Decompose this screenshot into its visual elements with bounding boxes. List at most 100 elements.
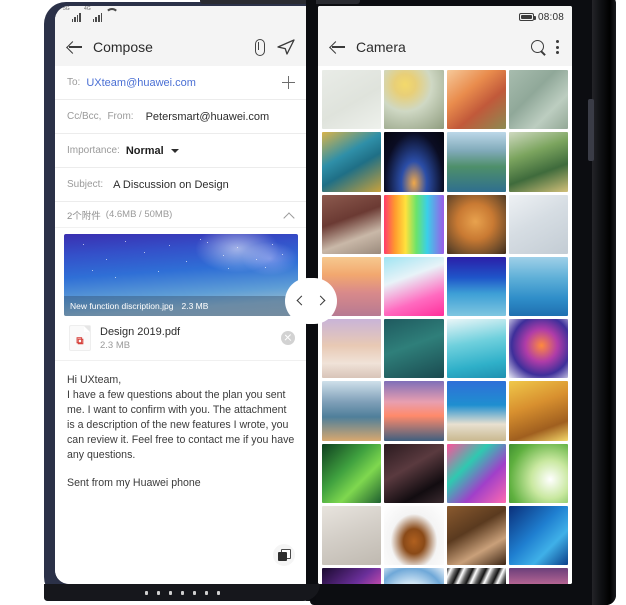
photo-grid[interactable] [318, 66, 572, 584]
field-subject-label: Subject: [67, 179, 104, 190]
purple-wave-abstract-image [322, 568, 382, 584]
field-importance[interactable]: Importance: Normal [55, 134, 307, 168]
earth-from-space-image [384, 132, 444, 192]
chevron-right-icon[interactable] [315, 295, 326, 306]
attachment-pdf-size: 2.3 MB [100, 339, 131, 351]
field-to-label: To: [67, 77, 81, 88]
photo-thumbnail[interactable] [322, 319, 382, 379]
add-recipient-icon[interactable] [282, 76, 295, 89]
photo-thumbnail[interactable] [384, 70, 444, 130]
boat-on-blue-sea-image [508, 256, 568, 316]
iceberg-turquoise-image [446, 319, 506, 379]
field-from-value[interactable]: Petersmart@huawei.com [146, 111, 270, 123]
status-bar-left: 5G 4G [55, 6, 307, 28]
search-icon[interactable] [531, 39, 546, 55]
snow-mountain-mirror-image [322, 381, 382, 441]
lemon-drink-glass-image [384, 70, 444, 130]
back-arrow-icon[interactable] [330, 39, 346, 55]
photo-thumbnail[interactable] [446, 194, 506, 254]
photo-thumbnail[interactable] [446, 319, 506, 379]
photo-thumbnail[interactable] [508, 381, 568, 441]
photo-thumbnail[interactable] [322, 505, 382, 565]
photo-thumbnail[interactable] [508, 70, 568, 130]
field-to[interactable]: To: UXteam@huawei.com [55, 66, 307, 100]
attachment-pdf-row[interactable]: ⧉ Design 2019.pdf 2.3 MB [55, 316, 307, 361]
status-bar-right: 08:08 [318, 6, 572, 28]
field-from[interactable]: Cc/Bcc, From: Petersmart@huawei.com [55, 100, 307, 134]
photo-thumbnail[interactable] [508, 194, 568, 254]
paperclip-icon[interactable] [251, 38, 267, 56]
pink-sunset-pier-image [508, 568, 568, 584]
field-subject[interactable]: Subject: A Discussion on Design [55, 168, 307, 202]
photo-thumbnail[interactable] [384, 568, 444, 584]
attachment-image-size: 2.3 MB [181, 301, 209, 311]
colorful-macarons-image [384, 194, 444, 254]
power-button[interactable] [588, 99, 594, 161]
photo-thumbnail[interactable] [384, 443, 444, 503]
photo-thumbnail[interactable] [446, 381, 506, 441]
photo-thumbnail[interactable] [508, 319, 568, 379]
field-to-value[interactable]: UXteam@huawei.com [86, 77, 196, 89]
blue-spiral-light-image [384, 568, 444, 584]
handle-left-half[interactable] [285, 278, 311, 324]
photo-thumbnail[interactable] [384, 505, 444, 565]
ink-splash-purple-image [508, 319, 568, 379]
sim2-label: 4G [84, 6, 91, 12]
photo-thumbnail[interactable] [446, 443, 506, 503]
attachment-size-total: (4.6MB / 50MB) [105, 209, 173, 220]
red-barn-house-image [322, 194, 382, 254]
photo-thumbnail[interactable] [446, 132, 506, 192]
chevron-left-icon[interactable] [296, 295, 307, 306]
split-resize-handle[interactable] [283, 277, 339, 325]
photo-thumbnail[interactable] [384, 381, 444, 441]
photo-thumbnail[interactable] [322, 132, 382, 192]
photo-thumbnail[interactable] [508, 505, 568, 565]
attachment-image-preview[interactable]: New function discription.jpg 2.3 MB [64, 234, 298, 316]
photo-thumbnail[interactable] [508, 132, 568, 192]
more-vertical-icon[interactable] [556, 39, 560, 55]
photo-thumbnail[interactable] [322, 443, 382, 503]
photo-thumbnail[interactable] [384, 256, 444, 316]
photo-thumbnail[interactable] [322, 70, 382, 130]
snow-frost-branches-image [508, 194, 568, 254]
email-signature: Sent from my Huawei phone [67, 477, 201, 490]
send-icon[interactable] [277, 39, 295, 55]
photo-thumbnail[interactable] [322, 568, 382, 584]
field-subject-value[interactable]: A Discussion on Design [113, 179, 229, 191]
multi-window-icon[interactable] [273, 544, 295, 566]
field-ccbcc-label[interactable]: Cc/Bcc, [67, 111, 101, 122]
photo-thumbnail[interactable] [508, 443, 568, 503]
photo-thumbnail[interactable] [322, 381, 382, 441]
attachments-header[interactable]: 2个附件 (4.6MB / 50MB) [55, 202, 307, 228]
photo-thumbnail[interactable] [384, 194, 444, 254]
back-arrow-icon[interactable] [67, 39, 83, 55]
handle-right-half[interactable] [311, 278, 337, 324]
photo-thumbnail[interactable] [446, 70, 506, 130]
fold-hinge-indicator [44, 584, 320, 601]
photo-thumbnail[interactable] [322, 194, 382, 254]
sunset-snow-field-image [322, 319, 382, 379]
chevron-up-icon[interactable] [283, 211, 295, 219]
multi-window-glyph [277, 549, 291, 561]
field-from-label: From: [107, 111, 134, 122]
attachment-image-caption: New function discription.jpg 2.3 MB [64, 296, 298, 316]
email-body-text[interactable]: Hi UXteam, I have a few questions about … [55, 361, 307, 463]
water-surface-texture-image [508, 70, 568, 130]
photo-thumbnail[interactable] [446, 505, 506, 565]
photo-thumbnail[interactable] [384, 132, 444, 192]
battery-full-icon [518, 13, 536, 21]
attachment-pdf-name: Design 2019.pdf [100, 325, 181, 338]
photo-thumbnail[interactable] [384, 319, 444, 379]
field-importance-value[interactable]: Normal [126, 145, 164, 157]
photo-thumbnail[interactable] [508, 568, 568, 584]
golden-wheat-macro-image [508, 381, 568, 441]
aerial-boat-wake-image [384, 319, 444, 379]
gallery-app-bar: Camera [318, 28, 572, 66]
compose-form: To: UXteam@huawei.com Cc/Bcc, From: Pete… [55, 66, 307, 584]
white-living-room-image [322, 505, 382, 565]
photo-thumbnail[interactable] [446, 256, 506, 316]
close-circle-icon[interactable] [281, 331, 295, 345]
photo-thumbnail[interactable] [446, 568, 506, 584]
photo-thumbnail[interactable] [508, 256, 568, 316]
chevron-down-icon[interactable] [170, 148, 179, 153]
